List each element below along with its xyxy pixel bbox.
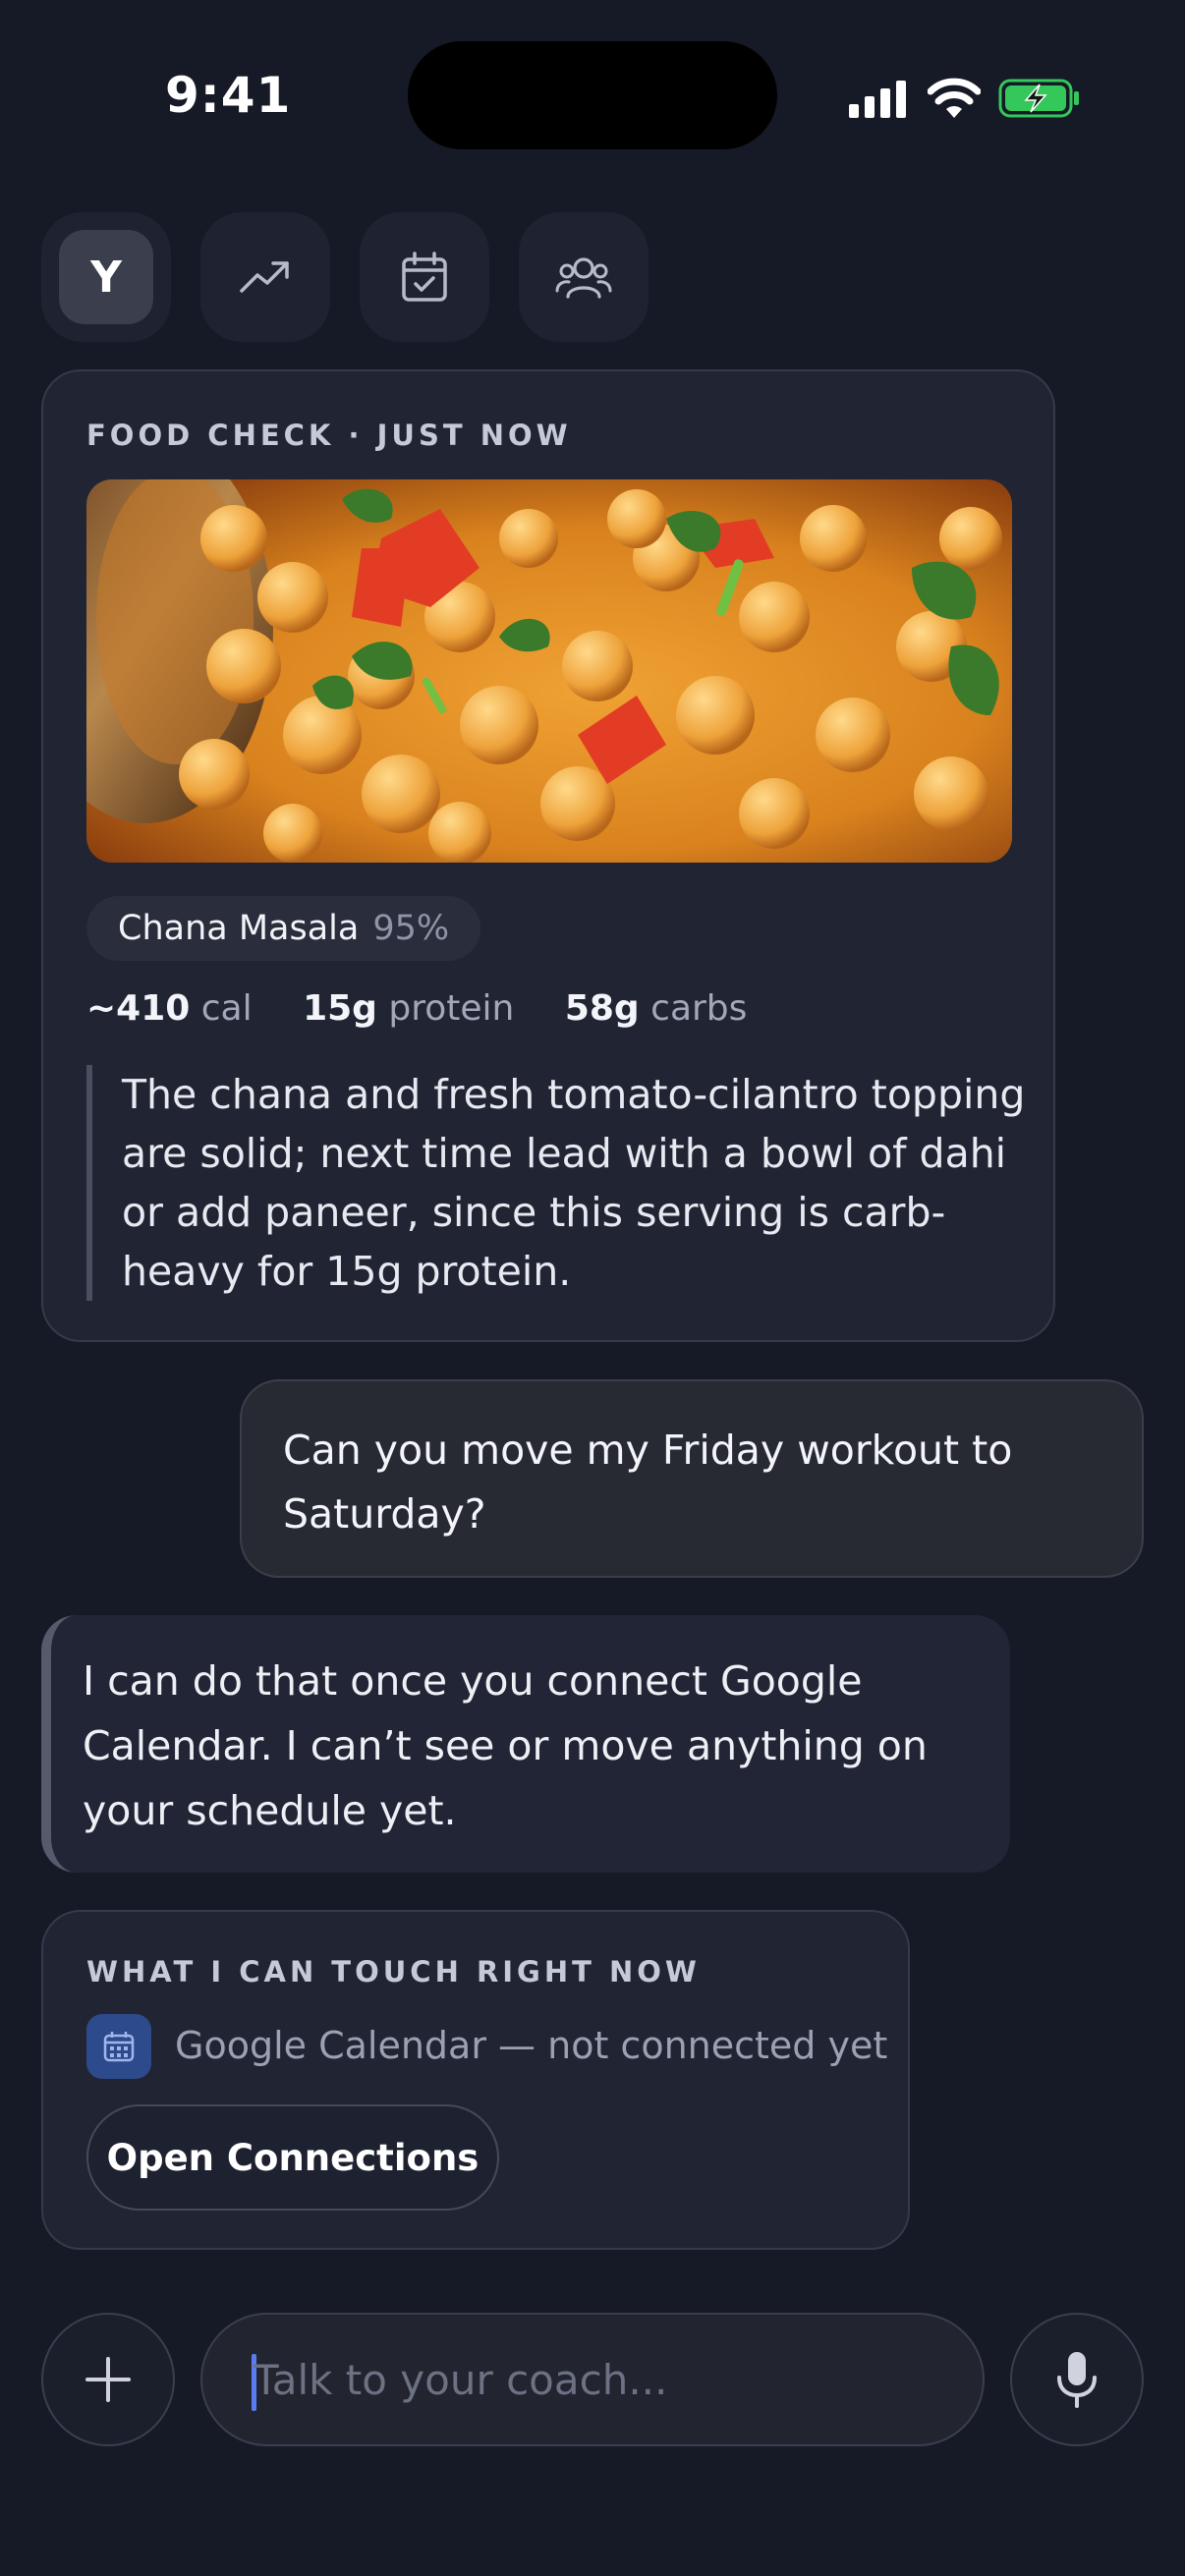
- carbs-stat: 58g carbs: [564, 988, 748, 1029]
- cellular-signal-icon: [849, 81, 906, 118]
- status-time: 9:41: [165, 67, 292, 124]
- wifi-icon: [928, 78, 981, 118]
- capabilities-eyebrow: WHAT I CAN TOUCH RIGHT NOW: [86, 1955, 701, 1988]
- coach-message-bubble: I can do that once you connect Google Ca…: [41, 1615, 1010, 1873]
- tab-calendar[interactable]: [360, 212, 489, 342]
- tab-progress[interactable]: [200, 212, 330, 342]
- calendar-connection-status: Google Calendar — not connected yet: [175, 2024, 888, 2067]
- battery-charging-icon: [998, 79, 1079, 118]
- voice-input-button[interactable]: [1010, 2313, 1144, 2446]
- trending-up-icon: [240, 261, 289, 293]
- add-attachment-button[interactable]: [41, 2313, 175, 2446]
- tab-profile[interactable]: Y: [41, 212, 171, 342]
- users-icon: [555, 257, 612, 299]
- dish-label-chip[interactable]: Chana Masala 95%: [86, 896, 481, 961]
- open-connections-button[interactable]: Open Connections: [86, 2104, 499, 2211]
- message-input[interactable]: [254, 2315, 941, 2444]
- dish-confidence: 95%: [372, 909, 450, 948]
- food-photo[interactable]: [86, 479, 1012, 863]
- calendar-check-icon: [402, 252, 447, 302]
- dish-name: Chana Masala: [118, 909, 360, 948]
- plus-icon: [85, 2357, 131, 2402]
- food-feedback: The chana and fresh tomato-cilantro topp…: [86, 1065, 1036, 1301]
- tab-community[interactable]: [519, 212, 649, 342]
- macros-row: ~410 cal 15g protein 58g carbs: [86, 988, 747, 1029]
- message-composer[interactable]: [200, 2313, 985, 2446]
- calendar-icon: [86, 2014, 151, 2079]
- food-check-eyebrow: FOOD CHECK · JUST NOW: [86, 419, 572, 452]
- protein-stat: 15g protein: [303, 988, 515, 1029]
- food-check-card: FOOD CHECK · JUST NOW Chana Masala 95% ~…: [41, 369, 1055, 1342]
- user-message-bubble: Can you move my Friday workout to Saturd…: [240, 1379, 1144, 1578]
- profile-avatar: Y: [59, 230, 153, 324]
- capabilities-card: WHAT I CAN TOUCH RIGHT NOW Google Calend…: [41, 1910, 910, 2250]
- microphone-icon: [1057, 2352, 1097, 2408]
- calories-stat: ~410 cal: [86, 988, 253, 1029]
- dynamic-island: [408, 41, 777, 149]
